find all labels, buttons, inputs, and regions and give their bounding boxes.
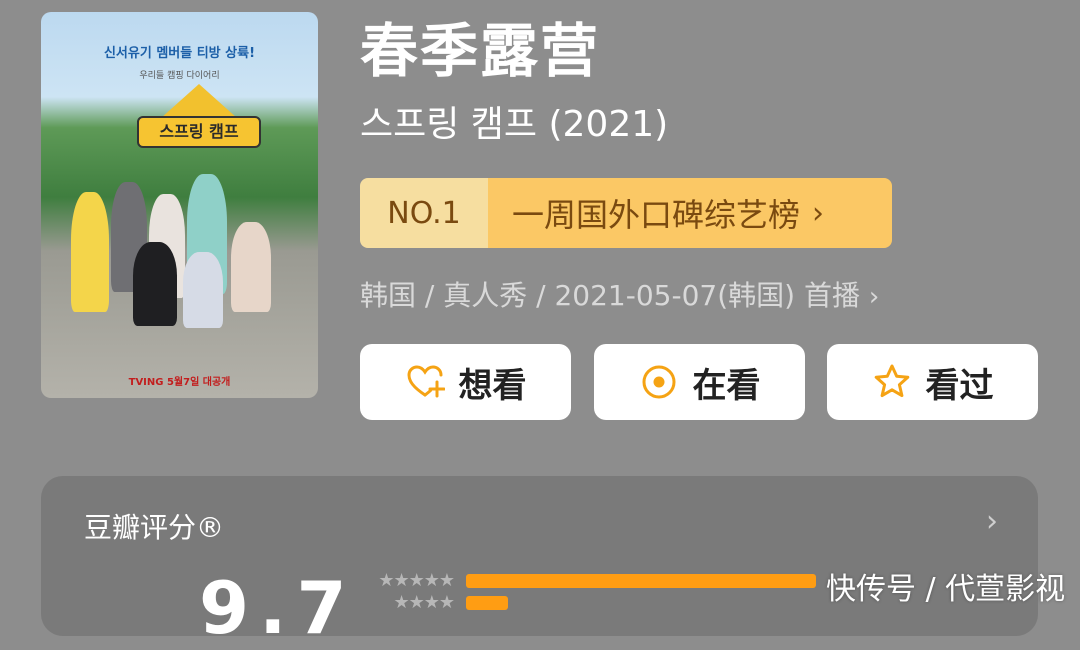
cast-member [133, 242, 177, 326]
rank-label: 一周国外口碑综艺榜 [512, 196, 801, 234]
rating-bar-track [466, 596, 846, 610]
rating-distribution-row: ★★★★★ [354, 570, 816, 591]
poster-headline: 신서유기 멤버들 티방 상륙! [103, 46, 256, 61]
poster-logo: 스프링 캠프 [137, 116, 261, 148]
poster-footer: TVING 5월7일 대공개 [128, 377, 231, 388]
rating-bar-fill [466, 574, 816, 588]
poster-image[interactable]: 신서유기 멤버들 티방 상륙! 우리들 캠핑 다이어리 스프링 캠프 TVING… [41, 12, 318, 398]
rating-score: 9.7 [199, 566, 357, 650]
poster-cast-group [71, 174, 301, 332]
rank-banner[interactable]: NO.1 一周国外口碑综艺榜 › [360, 178, 892, 248]
meta-info[interactable]: 韩国 / 真人秀 / 2021-05-07(韩国) 首播 › [360, 276, 879, 317]
target-circle-icon [642, 365, 675, 399]
cast-member [183, 252, 223, 328]
watched-label: 看过 [925, 365, 994, 406]
tent-graphic [161, 84, 237, 118]
rating-bar-fill [466, 596, 508, 610]
douban-rating-card[interactable]: 豆瓣评分® › 9.7 ★★★★★ ★★★★ [41, 476, 1038, 650]
watching-label: 在看 [692, 365, 761, 406]
rating-label: 豆瓣评分® [84, 511, 225, 544]
rating-distribution-row: ★★★★ [354, 592, 508, 613]
watermark: 快传号 / 代萱影视 [826, 572, 1066, 607]
star-rating-icon: ★★★★★ [378, 570, 455, 591]
meta-text: 韩国 / 真人秀 / 2021-05-07(韩国) 首播 [360, 279, 860, 312]
original-title: 스프링 캠프 (2021) [360, 104, 669, 145]
cast-member [71, 192, 109, 312]
chevron-right-icon: › [812, 195, 825, 231]
rank-label-container: 一周国外口碑综艺榜 › [488, 178, 892, 248]
page-title: 春季露营 [360, 17, 601, 85]
star-rating-icon: ★★★★ [393, 592, 455, 613]
cast-member [231, 222, 271, 312]
chevron-right-icon: › [986, 504, 998, 539]
heart-plus-icon [406, 365, 445, 398]
watching-button[interactable]: 在看 [594, 344, 805, 420]
star-outline-icon [874, 364, 909, 398]
chevron-right-icon: › [868, 282, 880, 312]
want-to-watch-label: 想看 [458, 365, 527, 406]
rating-bar-track [466, 574, 846, 588]
rank-number: NO.1 [360, 178, 488, 248]
want-to-watch-button[interactable]: 想看 [360, 344, 571, 420]
poster-subline: 우리들 캠핑 다이어리 [139, 71, 220, 81]
watched-button[interactable]: 看过 [827, 344, 1038, 420]
